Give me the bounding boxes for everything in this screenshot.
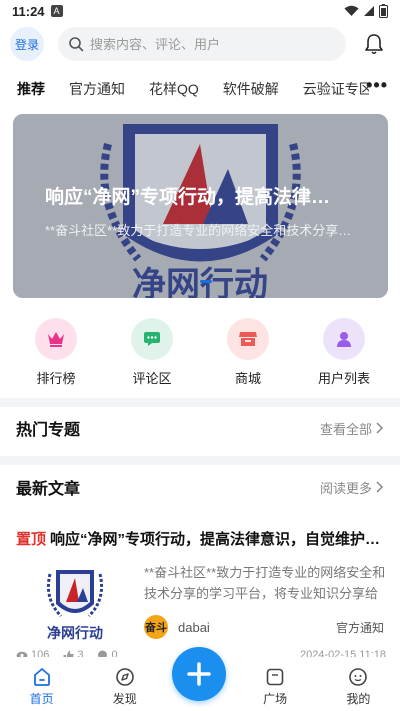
search-bar[interactable] bbox=[58, 27, 346, 61]
author-name[interactable]: dabai bbox=[178, 620, 210, 635]
tab-cloud-verify[interactable]: 云验证专区 bbox=[303, 79, 369, 99]
signal-icon bbox=[364, 6, 374, 16]
chevron-right-icon bbox=[376, 481, 384, 493]
article-author[interactable]: 奋斗 dabai bbox=[144, 615, 210, 639]
banner-pagination bbox=[200, 280, 212, 283]
plus-icon bbox=[187, 662, 211, 686]
more-tabs-icon[interactable]: ••• bbox=[366, 76, 388, 94]
article-title-text: 响应“净网”专项行动，提高法律意识，自觉维护网络安全 bbox=[50, 531, 386, 548]
view-all-label: 查看全部 bbox=[319, 421, 372, 437]
banner-title: 响应“净网”专项行动，提高法律意识，自觉维护网络安全 bbox=[45, 187, 345, 208]
shortcut-comments[interactable]: 评论区 bbox=[112, 318, 192, 388]
article-thumbnail[interactable]: 净网行动 bbox=[16, 564, 134, 646]
shortcut-ranking[interactable]: 排行榜 bbox=[16, 318, 96, 388]
home-icon bbox=[33, 668, 50, 686]
nav-home[interactable]: 首页 bbox=[7, 667, 77, 707]
hot-topics-header: 热门专题 查看全部 bbox=[0, 413, 400, 443]
banner-description: **奋斗社区**致力于打造专业的网络安全和技术分享的学习平台 bbox=[45, 223, 355, 238]
chevron-right-icon bbox=[376, 422, 384, 434]
shortcut-label: 评论区 bbox=[132, 371, 172, 386]
nav-discover[interactable]: 发现 bbox=[90, 667, 160, 707]
latest-articles-title: 最新文章 bbox=[16, 481, 81, 498]
search-icon bbox=[69, 37, 84, 52]
bell-icon[interactable] bbox=[364, 33, 384, 55]
notification-icon: A bbox=[50, 5, 63, 17]
user-icon bbox=[323, 318, 365, 360]
status-icons bbox=[344, 4, 388, 18]
read-more-label: 阅读更多 bbox=[319, 480, 372, 496]
section-divider bbox=[0, 398, 400, 407]
nav-profile[interactable]: 我的 bbox=[323, 667, 393, 707]
shortcut-store[interactable]: 商城 bbox=[208, 318, 288, 388]
view-all-link[interactable]: 查看全部 bbox=[320, 419, 384, 438]
article-description: **奋斗社区**致力于打造专业的网络安全和技术分享的学习平台，将专业知识分享给大… bbox=[144, 565, 386, 601]
status-time: 11:24 bbox=[12, 3, 45, 19]
shortcut-user-list[interactable]: 用户列表 bbox=[304, 318, 384, 388]
latest-articles-header: 最新文章 阅读更多 bbox=[0, 472, 400, 502]
discover-icon bbox=[115, 668, 134, 686]
nav-label: 我的 bbox=[346, 692, 371, 706]
banner-dot bbox=[200, 280, 212, 283]
tab-official-notice[interactable]: 官方通知 bbox=[69, 79, 125, 99]
status-bar: 11:24 A bbox=[0, 0, 400, 22]
wifi-icon bbox=[344, 5, 359, 16]
section-divider bbox=[0, 456, 400, 465]
login-button[interactable]: 登录 bbox=[10, 27, 44, 61]
nav-label: 广场 bbox=[263, 692, 288, 706]
search-input[interactable] bbox=[90, 36, 330, 52]
profile-icon bbox=[349, 668, 368, 686]
banner-carousel[interactable]: 净网行动 响应“净网”专项行动，提高法律意识，自觉维护网络安全 **奋斗社区**… bbox=[13, 114, 388, 298]
hot-topics-title: 热门专题 bbox=[16, 422, 81, 439]
pinned-badge: 置顶 bbox=[16, 531, 47, 548]
nav-label: 发现 bbox=[112, 692, 137, 706]
header: 登录 bbox=[0, 26, 400, 62]
category-tabs: 推荐 官方通知 花样QQ 软件破解 云验证专区 bbox=[0, 74, 400, 104]
create-post-button[interactable] bbox=[172, 647, 226, 701]
shortcut-label: 商城 bbox=[234, 371, 261, 386]
tab-recommend[interactable]: 推荐 bbox=[17, 79, 45, 99]
thumb-emblem-text: 净网行动 bbox=[47, 625, 103, 642]
tab-fancy-qq[interactable]: 花样QQ bbox=[149, 79, 199, 99]
shortcut-label: 排行榜 bbox=[36, 371, 76, 386]
shortcut-grid: 排行榜 评论区 商城 用户列表 bbox=[0, 318, 400, 388]
shortcut-label: 用户列表 bbox=[317, 371, 370, 386]
crown-icon bbox=[35, 318, 77, 360]
avatar[interactable]: 奋斗 bbox=[144, 615, 168, 639]
nav-square[interactable]: 广场 bbox=[240, 667, 310, 707]
tab-software-crack[interactable]: 软件破解 bbox=[223, 79, 279, 99]
store-icon bbox=[227, 318, 269, 360]
read-more-link[interactable]: 阅读更多 bbox=[320, 478, 384, 497]
article-title[interactable]: 置顶响应“净网”专项行动，提高法律意识，自觉维护网络安全 bbox=[16, 528, 386, 549]
battery-icon bbox=[379, 4, 388, 18]
article-category[interactable]: 官方通知 bbox=[336, 619, 384, 636]
square-icon bbox=[266, 668, 284, 686]
comment-icon bbox=[131, 318, 173, 360]
nav-label: 首页 bbox=[29, 692, 54, 706]
